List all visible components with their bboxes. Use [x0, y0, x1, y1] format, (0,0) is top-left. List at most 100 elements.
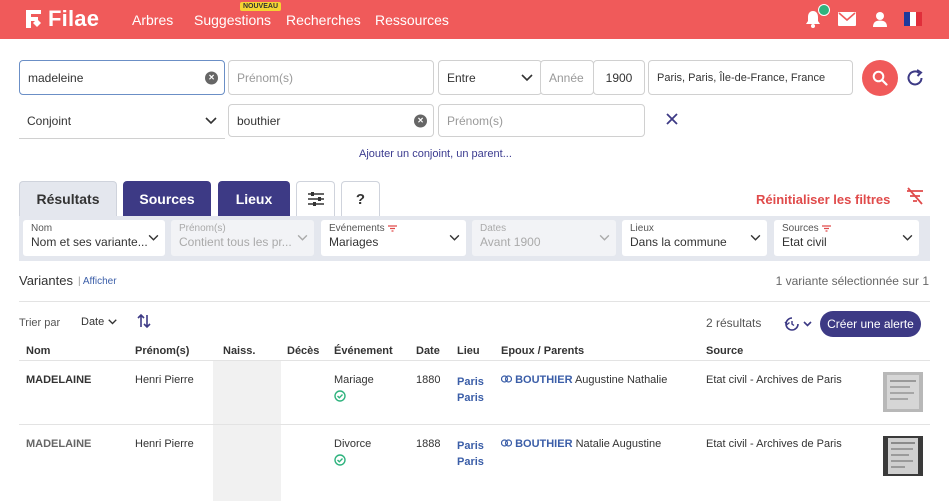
filter-value: Etat civil [782, 235, 827, 249]
tab-help[interactable]: ? [341, 181, 380, 216]
reset-filters-link[interactable]: Réinitialiser les filtres [756, 192, 890, 207]
chevron-down-icon [449, 234, 460, 241]
results-count: 2 résultats [706, 316, 762, 330]
filter-nom[interactable]: Nom Nom et ses variante... [23, 220, 165, 256]
top-navbar: Filae Arbres Suggestions NOUVEAU Recherc… [0, 0, 949, 39]
filter-value: Mariages [329, 235, 379, 249]
new-badge: NOUVEAU [240, 2, 282, 11]
annee-value[interactable]: 1900 [593, 60, 645, 95]
col-epoux[interactable]: Epoux / Parents [501, 345, 584, 357]
col-prenom[interactable]: Prénom(s) [135, 345, 189, 357]
tab-filters-settings[interactable] [296, 181, 335, 216]
reset-search-icon[interactable] [904, 67, 926, 89]
variants-title: Variantes [19, 273, 73, 288]
variants-selected-text: 1 variante sélectionnée sur 1 [775, 274, 929, 288]
filter-prenom: Prénom(s) Contient tous les pr... [171, 220, 314, 256]
chevron-down-icon [599, 234, 610, 241]
relation-select[interactable]: Conjoint [19, 104, 225, 139]
funnel-icon [821, 225, 831, 232]
filter-lieux[interactable]: Lieux Dans la commune [622, 220, 767, 256]
verified-check-icon [334, 454, 346, 466]
mail-icon[interactable] [837, 9, 857, 29]
period-select[interactable]: Entre [438, 60, 542, 95]
search-icon [872, 70, 888, 86]
rings-icon [500, 375, 513, 383]
row-source: Etat civil - Archives de Paris [706, 438, 842, 450]
funnel-icon [387, 225, 397, 232]
sort-direction-icon[interactable] [137, 313, 151, 329]
history-icon[interactable] [784, 315, 814, 333]
filter-value: Avant 1900 [480, 235, 541, 249]
notification-dot [818, 4, 830, 16]
table-row[interactable]: MADELAINE Henri Pierre Divorce 1888 Pari… [19, 425, 930, 501]
remove-conjoint-icon[interactable] [664, 111, 680, 127]
row-date: 1880 [416, 374, 441, 386]
col-date[interactable]: Date [416, 345, 440, 357]
row-prenom: Henri Pierre [135, 438, 194, 450]
row-epoux[interactable]: BOUTHIER Natalie Augustine [500, 438, 661, 450]
user-icon[interactable] [870, 9, 890, 29]
row-source: Etat civil - Archives de Paris [706, 374, 842, 386]
row-epoux[interactable]: BOUTHIER Augustine Nathalie [500, 374, 667, 386]
row-nom: MADELAINE [26, 438, 92, 450]
clear-icon[interactable]: × [414, 114, 427, 127]
row-evenement: Mariage [334, 374, 374, 402]
filter-value: Nom et ses variante... [31, 235, 148, 249]
tab-resultats[interactable]: Résultats [19, 181, 117, 216]
filter-label: Sources [782, 223, 819, 234]
filter-label: Lieux [630, 223, 654, 234]
filter-off-icon[interactable] [905, 187, 925, 205]
chevron-down-icon [902, 234, 913, 241]
tab-sources[interactable]: Sources [123, 181, 211, 216]
show-variants-link[interactable]: | Afficher [78, 276, 117, 287]
col-lieu[interactable]: Lieu [457, 345, 480, 357]
prenom-input[interactable]: Prénom(s) [228, 60, 434, 95]
nom-input[interactable]: madeleine × [19, 60, 225, 95]
verified-check-icon [334, 390, 346, 402]
filter-label: Nom [31, 223, 53, 234]
filter-value: Dans la commune [630, 235, 727, 249]
row-lieu[interactable]: Paris Paris [457, 438, 484, 470]
nav-recherches[interactable]: Recherches [286, 0, 361, 39]
clear-icon[interactable]: × [205, 71, 218, 84]
col-naiss[interactable]: Naiss. [223, 345, 255, 357]
filter-sources[interactable]: Sources Etat civil [774, 220, 919, 256]
chevron-down-icon [205, 117, 217, 125]
conjoint-nom-input[interactable]: bouthier × [228, 104, 434, 137]
rings-icon [500, 439, 513, 447]
document-thumbnail[interactable] [883, 372, 923, 412]
nav-arbres[interactable]: Arbres [132, 0, 173, 39]
chevron-down-icon [108, 319, 117, 325]
sliders-icon [307, 192, 324, 206]
col-nom[interactable]: Nom [26, 345, 50, 357]
tab-lieux[interactable]: Lieux [218, 181, 290, 216]
col-evenement[interactable]: Événement [334, 345, 393, 357]
add-relation-link[interactable]: Ajouter un conjoint, un parent... [359, 148, 512, 160]
table-row[interactable]: MADELAINE Henri Pierre Mariage 1880 Pari… [19, 361, 930, 424]
row-date: 1888 [416, 438, 441, 450]
row-lieu[interactable]: Paris Paris [457, 374, 484, 406]
document-thumbnail[interactable] [883, 436, 923, 476]
filter-label: Dates [480, 223, 507, 234]
chevron-down-icon [297, 234, 308, 241]
filter-label: Prénom(s) [179, 223, 226, 234]
filae-logo[interactable]: Filae [24, 6, 99, 32]
row-prenom: Henri Pierre [135, 374, 194, 386]
filter-label: Evénements [329, 223, 385, 234]
chevron-down-icon [148, 234, 159, 241]
filter-evenements[interactable]: Evénements Mariages [321, 220, 466, 256]
search-button[interactable] [862, 60, 898, 96]
french-flag-icon[interactable] [903, 9, 923, 29]
chevron-down-icon [521, 73, 533, 81]
conjoint-prenom-input[interactable]: Prénom(s) [438, 104, 645, 137]
sort-select[interactable]: Date [81, 316, 117, 328]
nav-ressources[interactable]: Ressources [375, 0, 449, 39]
filter-dates: Dates Avant 1900 [472, 220, 616, 256]
divider [19, 301, 930, 302]
chevron-down-icon [750, 234, 761, 241]
col-source[interactable]: Source [706, 345, 743, 357]
lieu-input[interactable]: Paris, Paris, Île-de-France, France [648, 60, 853, 95]
create-alert-button[interactable]: Créer une alerte [820, 311, 921, 337]
annee-input[interactable]: Année [540, 60, 594, 95]
col-deces[interactable]: Décès [287, 345, 319, 357]
